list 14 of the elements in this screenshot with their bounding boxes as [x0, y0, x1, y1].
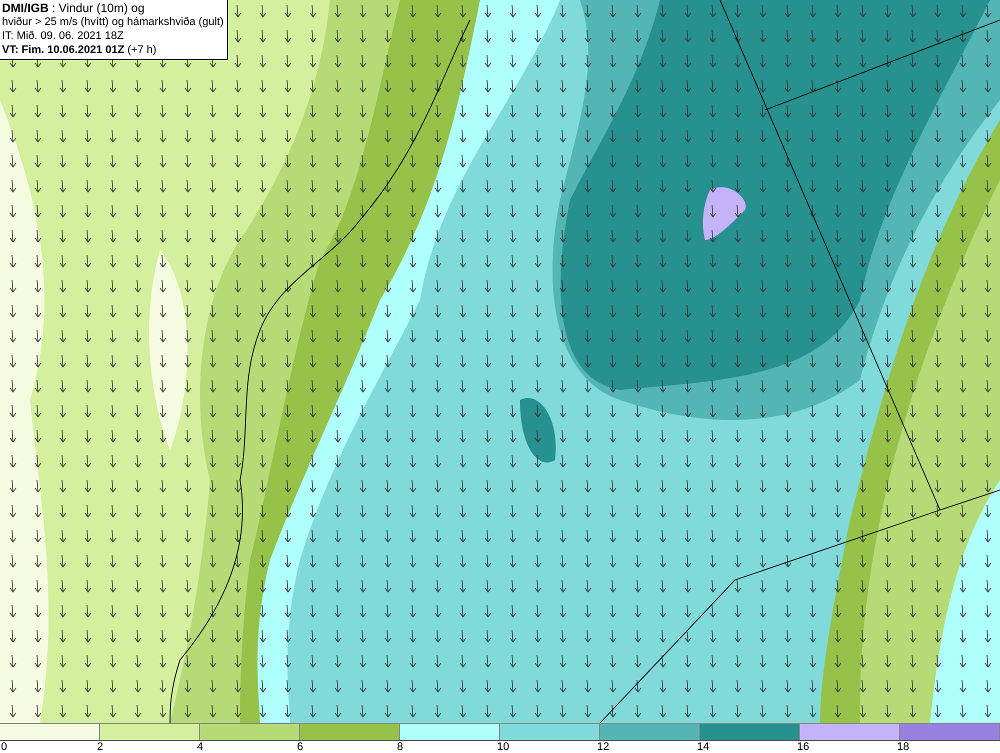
- legend-tick-label: 6: [297, 741, 304, 753]
- legend-tick-label: 16: [797, 741, 810, 753]
- legend-tick-label: 18: [897, 741, 910, 753]
- legend-tick-label: 12: [597, 741, 610, 753]
- map-title-line: DMI/IGB : Vindur (10m) og: [2, 1, 146, 15]
- legend-tick-label: 4: [197, 741, 204, 753]
- map-title-line: hviður > 25 m/s (hvítt) og hámarkshviða (gult): [2, 15, 224, 29]
- map-title-line: IT: Mið. 09. 06. 2021 18Z: [2, 29, 125, 43]
- legend-tick-label: 8: [397, 741, 404, 753]
- legend-tick-label: 10: [497, 741, 510, 753]
- map-title-line: VT: Fim. 10.06.2021 01Z (+7 h): [2, 43, 158, 57]
- legend-tick-label: 0: [1, 741, 8, 753]
- legend-tick-label: 2: [97, 741, 104, 753]
- legend-tick-label: 14: [697, 741, 710, 753]
